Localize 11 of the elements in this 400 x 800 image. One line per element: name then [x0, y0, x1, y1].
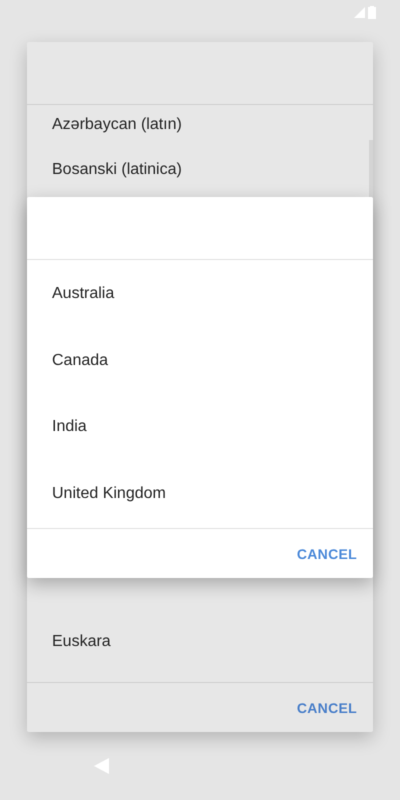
language-item[interactable]: Azərbaycan (latın) [27, 105, 373, 145]
country-item[interactable]: India [27, 394, 373, 460]
signal-icon [354, 6, 365, 18]
cancel-button[interactable]: CANCEL [296, 540, 357, 568]
language-item[interactable]: Bosanski (latinica) [27, 145, 373, 195]
battery-icon [368, 6, 376, 18]
back-icon[interactable] [94, 758, 109, 774]
country-item[interactable]: Australia [27, 261, 373, 328]
country-item[interactable]: Canada [27, 328, 373, 394]
country-item[interactable]: United Kingdom [27, 460, 373, 527]
language-item[interactable]: Euskara [27, 602, 373, 682]
